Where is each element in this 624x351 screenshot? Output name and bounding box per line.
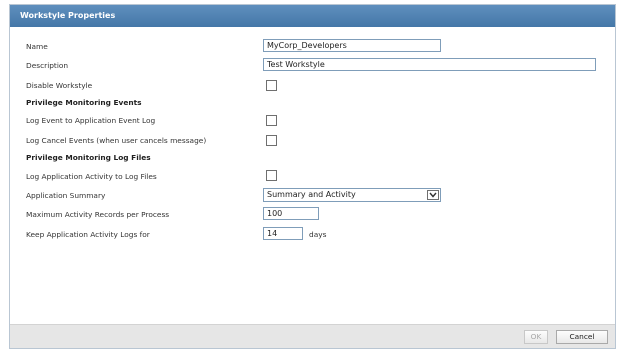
dialog-footer: OK Cancel [10, 324, 615, 348]
log-app-activity-label: Log Application Activity to Log Files [26, 172, 157, 181]
description-input[interactable]: Test Workstyle [263, 58, 596, 71]
disable-workstyle-label: Disable Workstyle [26, 81, 93, 90]
log-event-app-event-log-checkbox[interactable] [266, 115, 277, 126]
privilege-monitoring-log-files-heading: Privilege Monitoring Log Files [26, 153, 151, 162]
application-summary-label: Application Summary [26, 191, 106, 200]
log-event-app-event-log-label: Log Event to Application Event Log [26, 116, 156, 125]
log-cancel-events-label: Log Cancel Events (when user cancels mes… [26, 136, 207, 145]
privilege-monitoring-events-heading: Privilege Monitoring Events [26, 98, 142, 107]
workstyle-properties-dialog: Workstyle Properties Name MyCorp_Develop… [9, 4, 616, 349]
cancel-button[interactable]: Cancel [556, 330, 608, 344]
keep-activity-logs-label: Keep Application Activity Logs for [26, 230, 150, 239]
description-label: Description [26, 61, 69, 70]
max-activity-records-label: Maximum Activity Records per Process [26, 210, 170, 219]
disable-workstyle-checkbox[interactable] [266, 80, 277, 91]
name-input[interactable]: MyCorp_Developers [263, 39, 441, 52]
chevron-down-icon[interactable] [427, 190, 439, 200]
log-app-activity-checkbox[interactable] [266, 170, 277, 181]
keep-activity-logs-unit: days [309, 230, 327, 239]
name-label: Name [26, 42, 48, 51]
application-summary-select[interactable]: Summary and Activity [263, 188, 441, 202]
ok-button[interactable]: OK [524, 330, 548, 344]
log-cancel-events-checkbox[interactable] [266, 135, 277, 146]
max-activity-records-input[interactable]: 100 [263, 207, 319, 220]
keep-activity-logs-input[interactable]: 14 [263, 227, 303, 240]
dialog-title: Workstyle Properties [10, 5, 615, 27]
application-summary-value: Summary and Activity [267, 190, 356, 199]
